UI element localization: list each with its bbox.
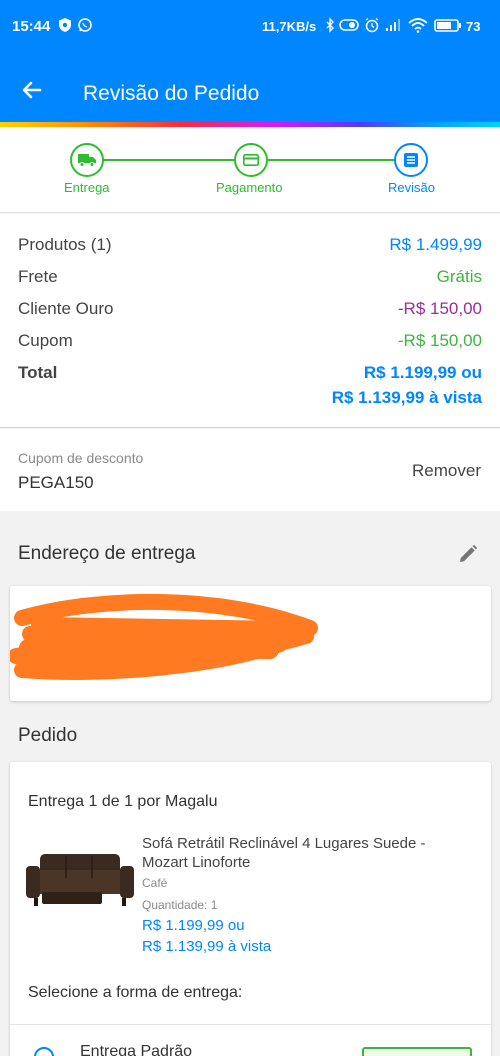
coupon-caption: Cupom de desconto bbox=[18, 450, 144, 466]
shipping-option-name: Entrega Padrão bbox=[80, 1043, 193, 1056]
whatsapp-icon bbox=[78, 18, 92, 32]
shipping-price-badge bbox=[362, 1047, 472, 1056]
total-label: Total bbox=[18, 363, 58, 382]
step-connector bbox=[268, 159, 394, 161]
delivery-title: Entrega 1 de 1 por Magalu bbox=[28, 793, 218, 810]
summary-value: Grátis bbox=[436, 267, 482, 286]
truck-icon bbox=[78, 154, 96, 167]
order-summary: Produtos (1) R$ 1.499,99 Frete Grátis Cl… bbox=[0, 214, 500, 428]
summary-value: -R$ 150,00 bbox=[397, 299, 482, 318]
step-review[interactable] bbox=[394, 143, 428, 177]
checkout-stepper: Entrega Pagamento Revisão bbox=[0, 127, 500, 213]
data-saver-icon bbox=[339, 19, 359, 31]
step-payment[interactable] bbox=[234, 143, 268, 177]
address-section-title: Endereço de entrega bbox=[18, 543, 196, 564]
card-icon bbox=[243, 154, 259, 166]
order-section-title: Pedido bbox=[18, 725, 78, 746]
shield-icon bbox=[59, 18, 71, 32]
sofa-product-image[interactable] bbox=[26, 848, 134, 914]
summary-value: -R$ 150,00 bbox=[397, 331, 482, 350]
battery-percent: 73 bbox=[466, 19, 481, 34]
product-cash-price: R$ 1.139,99 à vista bbox=[142, 938, 272, 955]
summary-row-total-cash: R$ 1.139,99 à vista bbox=[18, 388, 482, 412]
shipping-radio[interactable] bbox=[34, 1047, 54, 1056]
remove-coupon-button[interactable]: Remover bbox=[412, 461, 481, 481]
shipping-option-standard[interactable]: Entrega Padrão bbox=[10, 1024, 491, 1056]
step-delivery[interactable] bbox=[70, 143, 104, 177]
step-label-review: Revisão bbox=[388, 180, 435, 195]
summary-row-gold-client: Cliente Ouro -R$ 150,00 bbox=[18, 299, 482, 323]
app-bar: Revisão do Pedido bbox=[0, 56, 500, 122]
product-price: R$ 1.199,99 ou bbox=[142, 917, 245, 934]
step-label-payment: Pagamento bbox=[216, 180, 283, 195]
address-card[interactable] bbox=[10, 586, 491, 701]
net-speed: 11,7KB/s bbox=[262, 19, 317, 34]
product-quantity: Quantidade: 1 bbox=[142, 898, 218, 912]
coupon-code: PEGA150 bbox=[18, 473, 94, 492]
back-arrow-icon[interactable] bbox=[20, 78, 44, 102]
summary-row-shipping: Frete Grátis bbox=[18, 267, 482, 291]
redaction-scribble bbox=[10, 593, 318, 680]
total-cash-value: R$ 1.139,99 à vista bbox=[331, 388, 482, 407]
bluetooth-icon bbox=[326, 17, 334, 33]
status-time: 15:44 bbox=[12, 18, 51, 35]
edit-pencil-icon[interactable] bbox=[456, 542, 480, 566]
step-label-delivery: Entrega bbox=[64, 180, 110, 195]
step-connector bbox=[103, 159, 234, 161]
summary-label: Produtos (1) bbox=[18, 235, 112, 254]
alarm-icon bbox=[365, 17, 379, 33]
summary-label: Cliente Ouro bbox=[18, 299, 114, 318]
summary-row-products: Produtos (1) R$ 1.499,99 bbox=[18, 235, 482, 259]
status-bar: 15:44 11,7KB/s 73 bbox=[0, 0, 500, 56]
summary-label: Frete bbox=[18, 267, 58, 286]
wifi-icon bbox=[408, 18, 428, 33]
page-title: Revisão do Pedido bbox=[83, 82, 260, 105]
summary-label: Cupom bbox=[18, 331, 73, 350]
coupon-section: Cupom de desconto PEGA150 Remover bbox=[0, 429, 500, 511]
order-card: Entrega 1 de 1 por Magalu Sofá Retrátil … bbox=[10, 762, 491, 1056]
summary-row-total: Total R$ 1.199,99 ou bbox=[18, 363, 482, 387]
product-name[interactable]: Sofá Retrátil Reclinável 4 Lugares Suede… bbox=[142, 834, 472, 872]
product-color: Café bbox=[142, 876, 168, 890]
total-value: R$ 1.199,99 ou bbox=[363, 363, 482, 382]
summary-value: R$ 1.499,99 bbox=[389, 235, 482, 254]
summary-row-coupon: Cupom -R$ 150,00 bbox=[18, 331, 482, 355]
list-icon bbox=[404, 153, 418, 167]
signal-icon bbox=[386, 19, 400, 31]
battery-icon bbox=[434, 19, 461, 32]
select-shipping-label: Selecione a forma de entrega: bbox=[28, 984, 243, 1001]
